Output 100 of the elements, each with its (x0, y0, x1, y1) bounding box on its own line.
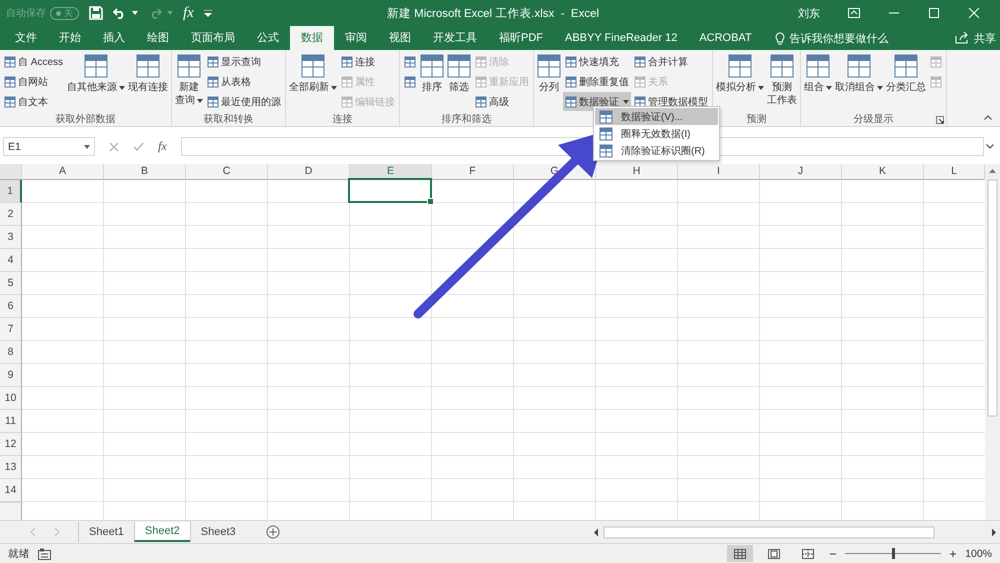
column-header[interactable]: C (186, 164, 268, 180)
ribbon-button[interactable]: 连接 (339, 52, 398, 71)
ribbon-button[interactable]: 现有连接 (127, 52, 170, 112)
column-header[interactable]: K (842, 164, 924, 180)
grid-icon (475, 56, 488, 68)
column-header[interactable]: J (760, 164, 842, 180)
vertical-scrollbar[interactable] (985, 164, 1000, 520)
ribbon-button[interactable]: 删除重复值 (563, 72, 632, 91)
ribbon-button[interactable]: 分类汇总 (885, 52, 928, 112)
grid-icon (341, 76, 354, 88)
close-icon[interactable] (968, 8, 980, 18)
ribbon-tab[interactable]: 绘图 (136, 26, 180, 50)
macro-record-icon[interactable] (38, 548, 52, 560)
ribbon-button[interactable]: 排序 (419, 52, 446, 112)
grid-icon (301, 54, 326, 78)
row-header[interactable]: 4 (0, 249, 22, 272)
ribbon-tab[interactable]: 公式 (246, 26, 290, 50)
ribbon-button[interactable]: 自 Access (2, 52, 66, 71)
name-box[interactable]: E1 (3, 137, 95, 156)
menu-item[interactable]: 清除验证标识圈(R) (595, 142, 718, 159)
column-header[interactable]: F (432, 164, 514, 180)
ribbon-tab[interactable]: 审阅 (334, 26, 378, 50)
ribbon-button[interactable]: 取消组合 (834, 52, 884, 112)
grid-icon (806, 54, 830, 78)
ribbon-button[interactable]: 预测 工作表 (766, 52, 798, 112)
add-sheet-icon[interactable] (266, 525, 280, 539)
formula-button[interactable]: fx (183, 4, 194, 22)
ribbon-button[interactable]: 分列 (536, 52, 562, 112)
cell-grid[interactable] (22, 180, 985, 520)
active-cell[interactable] (348, 178, 432, 203)
sheet-tab[interactable]: Sheet3 (190, 522, 246, 542)
maximize-icon[interactable] (928, 8, 940, 18)
normal-view-button[interactable] (727, 545, 754, 562)
ribbon-tab[interactable]: ACROBAT (688, 26, 763, 50)
ribbon-tab[interactable]: 页面布局 (180, 26, 246, 50)
collapse-ribbon-icon[interactable] (984, 115, 992, 120)
ribbon-tab[interactable]: 福昕PDF (488, 26, 554, 50)
ribbon-tab[interactable]: 插入 (92, 26, 136, 50)
ribbon-button[interactable]: 从表格 (205, 72, 284, 91)
grid-icon (207, 96, 220, 108)
ribbon-button[interactable]: 快速填充 (563, 52, 632, 71)
dialog-launcher-icon[interactable] (936, 116, 944, 124)
row-header[interactable]: 11 (0, 410, 22, 433)
column-header[interactable]: D (268, 164, 350, 180)
ribbon-button[interactable]: 组合 (803, 52, 834, 112)
tell-me-search[interactable]: 告诉我你想要做什么 (790, 30, 889, 46)
user-name[interactable]: 刘东 (798, 6, 820, 20)
ribbon-button[interactable]: 新建 查询 (174, 52, 204, 112)
row-header[interactable]: 1 (0, 180, 22, 203)
column-header[interactable]: H (596, 164, 678, 180)
ribbon-button[interactable]: 全部刷新 (288, 52, 338, 112)
save-icon[interactable] (89, 6, 103, 20)
ribbon-tab[interactable]: 开始 (48, 26, 92, 50)
ribbon-button[interactable]: 自网站 (2, 72, 66, 91)
expand-icon[interactable] (986, 144, 994, 149)
zoom-in-icon[interactable] (949, 550, 958, 558)
row-header[interactable]: 9 (0, 364, 22, 387)
insert-function-button[interactable]: fx (158, 139, 167, 154)
share-button[interactable]: 共享 (974, 30, 996, 46)
ribbon-tab[interactable]: ABBYY FineReader 12 (554, 26, 688, 50)
ribbon-display-icon[interactable] (848, 8, 860, 18)
ribbon-tab[interactable]: 开发工具 (422, 26, 488, 50)
grid-view-icon[interactable] (734, 548, 746, 558)
ribbon-tab[interactable]: 视图 (378, 26, 422, 50)
ribbon-button[interactable]: 合并计算 (632, 52, 710, 71)
menu-item[interactable]: 圈释无效数据(I) (595, 125, 718, 142)
row-header[interactable]: 14 (0, 479, 22, 502)
column-header[interactable]: B (104, 164, 186, 180)
ribbon-button[interactable]: 最近使用的源 (205, 92, 284, 111)
ribbon-button[interactable]: 自其他来源 (66, 52, 126, 112)
customize-icon[interactable] (204, 10, 212, 16)
grid-icon (4, 96, 16, 108)
ribbon-button[interactable]: 模拟分析 (715, 52, 766, 112)
page-break-icon[interactable] (802, 548, 814, 558)
ribbon-button[interactable]: 自文本 (2, 92, 66, 111)
ribbon-tab[interactable]: 数据 (290, 26, 334, 50)
group-label: 排序和筛选 (442, 112, 492, 126)
row-header[interactable]: 6 (0, 295, 22, 318)
menu-item[interactable]: 数据验证(V)... (595, 108, 718, 125)
row-header[interactable]: 8 (0, 341, 22, 364)
row-header[interactable]: 7 (0, 318, 22, 341)
autosave-label: 自动保存 (6, 7, 46, 20)
zoom-level[interactable]: 100% (965, 548, 992, 560)
column-header[interactable]: L (924, 164, 985, 180)
row-header[interactable]: 2 (0, 203, 22, 226)
page-view-icon[interactable] (768, 548, 780, 558)
ribbon-button[interactable]: 高级 (473, 92, 532, 111)
check-icon[interactable] (133, 142, 144, 152)
ribbon-tab[interactable]: 文件 (4, 26, 48, 50)
row-header[interactable]: 10 (0, 387, 22, 410)
ribbon-button[interactable]: 筛选 (446, 52, 472, 112)
row-header[interactable]: 13 (0, 456, 22, 479)
column-header[interactable]: I (678, 164, 760, 180)
grid-icon (4, 76, 16, 88)
column-header[interactable]: A (22, 164, 104, 180)
row-header[interactable]: 5 (0, 272, 22, 295)
row-header[interactable]: 12 (0, 433, 22, 456)
row-header[interactable]: 3 (0, 226, 22, 249)
sheet-tab[interactable]: Sheet2 (134, 522, 190, 542)
ribbon-button[interactable]: 显示查询 (205, 52, 284, 71)
